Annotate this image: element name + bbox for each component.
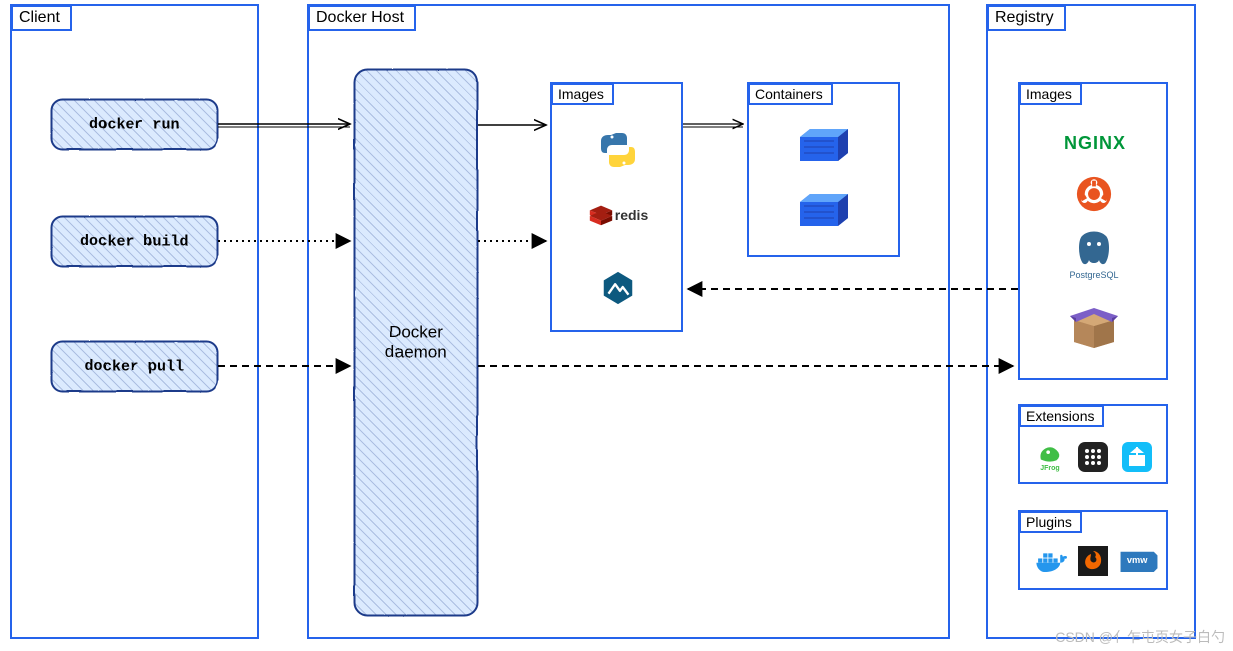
cmd-build-label: docker build	[80, 233, 188, 250]
arrow-images-to-containers	[683, 120, 751, 130]
redis-icon: redis	[575, 200, 660, 230]
arrow-registry-to-images	[683, 286, 1023, 292]
watermark: CSDN @亻乍屯页女子白勺	[1055, 627, 1225, 647]
nginx-icon: NGINX	[1050, 130, 1140, 156]
registry-images-title: Images	[1019, 83, 1082, 105]
container-icon-2	[798, 190, 850, 230]
arrow-run-to-daemon	[218, 120, 358, 130]
host-images-title: Images	[551, 83, 614, 105]
jfrog-label: JFrog	[1040, 465, 1059, 472]
host-containers-title: Containers	[748, 83, 833, 105]
registry-title: Registry	[987, 5, 1066, 31]
svg-text:vmw: vmw	[1127, 555, 1148, 565]
arrow-build-to-daemon	[218, 238, 358, 244]
grid-icon	[1078, 442, 1108, 472]
cmd-docker-build: docker build	[50, 215, 218, 267]
host-title: Docker Host	[308, 5, 416, 31]
vmware-icon: vmw	[1120, 548, 1158, 572]
ubuntu-icon	[1075, 175, 1113, 213]
redis-label: redis	[615, 207, 648, 223]
jfrog-icon: JFrog	[1033, 440, 1067, 474]
postgresql-icon: PostgreSQL	[1070, 228, 1118, 282]
grafana-icon	[1078, 546, 1108, 576]
client-title: Client	[11, 5, 72, 31]
arrow-daemon-to-images-build	[478, 238, 554, 244]
arrow-pull-to-daemon	[218, 363, 358, 369]
portainer-icon	[1122, 442, 1152, 472]
python-icon	[598, 130, 638, 170]
daemon-label-2: daemon	[385, 342, 446, 362]
host-containers-panel: Containers	[747, 82, 900, 257]
container-icon-1	[798, 125, 850, 165]
cmd-pull-label: docker pull	[84, 358, 183, 375]
registry-plugins-title: Plugins	[1019, 511, 1082, 533]
registry-ext-title: Extensions	[1019, 405, 1104, 427]
alpine-icon	[598, 268, 638, 308]
docker-icon	[1033, 546, 1067, 576]
cmd-docker-pull: docker pull	[50, 340, 218, 392]
cmd-run-label: docker run	[89, 116, 179, 133]
daemon-label-1: Docker	[385, 322, 446, 342]
cmd-docker-run: docker run	[50, 98, 218, 150]
arrow-daemon-to-images-run	[478, 122, 554, 128]
box-icon	[1068, 300, 1120, 350]
postgresql-label: PostgreSQL	[1069, 270, 1118, 280]
arrow-daemon-to-registry	[478, 363, 1021, 369]
docker-daemon: Docker daemon	[353, 68, 478, 616]
